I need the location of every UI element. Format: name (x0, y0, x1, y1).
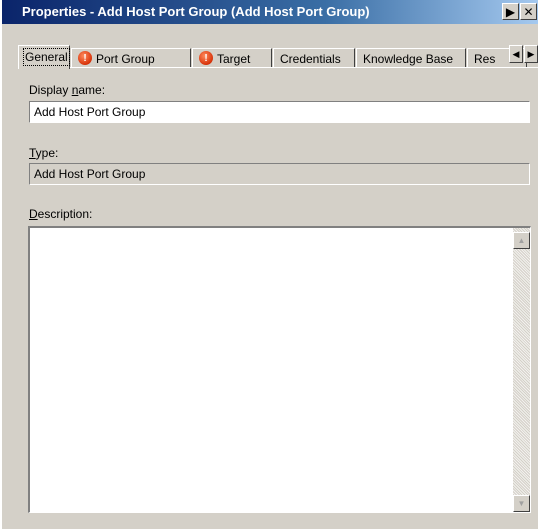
mnemonic: D (29, 207, 38, 221)
title-bar[interactable]: Properties - Add Host Port Group (Add Ho… (2, 0, 538, 24)
tab-scroll-left-button[interactable]: ◀ (509, 45, 523, 63)
tab-knowledge-base[interactable]: Knowledge Base (356, 48, 466, 68)
tab-label: Target (217, 52, 251, 66)
close-icon: ✕ (523, 4, 534, 19)
label-part: escription: (37, 207, 93, 221)
title-arrow-button[interactable]: ▶ (502, 3, 519, 20)
type-label: Type: (29, 146, 58, 160)
description-scrollbar[interactable]: ▲ ▼ (513, 228, 530, 512)
label-part: ype: (35, 146, 59, 160)
close-button[interactable]: ✕ (520, 3, 537, 20)
tab-target[interactable]: ! Target (192, 48, 272, 68)
tab-credentials[interactable]: Credentials (273, 48, 355, 68)
arrow-left-icon: ◀ (512, 48, 520, 59)
warning-icon: ! (199, 51, 213, 65)
tab-baseline (18, 67, 538, 68)
tab-label: General (23, 48, 70, 66)
scroll-down-button[interactable]: ▼ (513, 495, 530, 512)
label-part: ame: (78, 83, 106, 97)
tab-scroll-right-button[interactable]: ▶ (524, 45, 538, 63)
type-field: Add Host Port Group (29, 163, 530, 185)
properties-window: Properties - Add Host Port Group (Add Ho… (0, 0, 538, 529)
tab-strip: General ! Port Group ! Target Credential… (18, 45, 538, 69)
display-name-field[interactable]: Add Host Port Group (29, 101, 530, 123)
tab-label: Knowledge Base (363, 52, 454, 66)
tab-label: Res (474, 52, 496, 66)
description-textarea[interactable]: ▲ ▼ (28, 226, 531, 513)
label-part: Display (29, 83, 72, 97)
warning-icon: ! (78, 51, 92, 65)
tab-label: Credentials (280, 52, 341, 66)
display-name-label: Display name: (29, 83, 105, 97)
tab-port-group[interactable]: ! Port Group (71, 48, 191, 68)
window-title: Properties - Add Host Port Group (Add Ho… (22, 4, 370, 19)
mnemonic: T (29, 146, 36, 160)
arrow-down-icon: ▼ (517, 499, 526, 508)
description-label: Description: (29, 207, 92, 221)
tab-label: Port Group (96, 52, 155, 66)
scroll-up-button[interactable]: ▲ (513, 232, 530, 249)
arrow-right-icon: ▶ (527, 48, 535, 59)
arrow-up-icon: ▲ (517, 236, 526, 245)
arrow-right-icon: ▶ (505, 4, 516, 19)
tab-general[interactable]: General (18, 45, 70, 69)
